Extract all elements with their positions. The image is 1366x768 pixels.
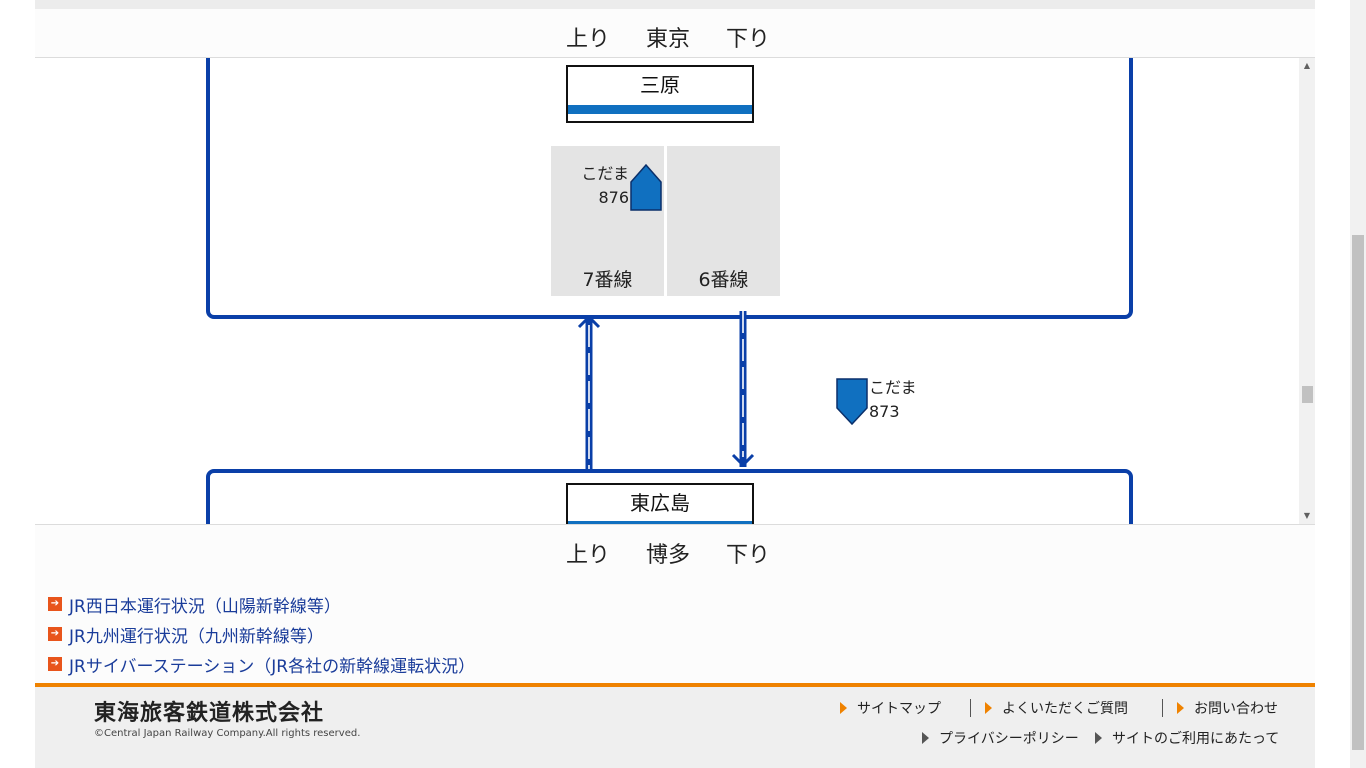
arrow-right-icon: ➔ bbox=[48, 627, 62, 641]
up-direction-label: 上り bbox=[566, 543, 611, 568]
track-label: 7番線 bbox=[582, 269, 633, 291]
station-line-band bbox=[568, 105, 752, 114]
track-label: 6番線 bbox=[698, 269, 749, 291]
station-name-label: 三原 bbox=[640, 73, 680, 97]
terminal-station-label: 東京 bbox=[646, 27, 691, 52]
footer-link-label[interactable]: よくいただくご質問 bbox=[1002, 698, 1128, 718]
divider bbox=[35, 524, 1315, 525]
station-name-label: 東広島 bbox=[630, 491, 690, 515]
page-scrollbar[interactable] bbox=[1350, 0, 1366, 768]
link-label[interactable]: JR九州運行状況（九州新幹線等） bbox=[69, 622, 324, 647]
footer-link-label[interactable]: サイトマップ bbox=[857, 698, 941, 718]
scroll-up-icon[interactable]: ▲ bbox=[1299, 59, 1315, 73]
train-number: 876 bbox=[598, 188, 629, 207]
train-icon[interactable] bbox=[836, 378, 868, 426]
triangle-right-icon bbox=[1177, 702, 1184, 714]
footer-separator bbox=[1162, 699, 1163, 717]
triangle-right-icon bbox=[840, 702, 847, 714]
up-direction-label: 上り bbox=[566, 27, 611, 52]
down-direction-label: 下り bbox=[726, 543, 771, 568]
arrow-right-icon: ➔ bbox=[48, 657, 62, 671]
train-type: こだま bbox=[869, 378, 917, 397]
triangle-right-icon bbox=[1095, 732, 1102, 744]
train-type: こだま bbox=[581, 164, 629, 183]
top-direction-header: 上り 東京 下り bbox=[566, 21, 776, 52]
train-icon[interactable] bbox=[630, 164, 662, 212]
footer: 東海旅客鉄道株式会社 ©Central Japan Railway Compan… bbox=[35, 687, 1315, 768]
footer-link-privacy[interactable]: プライバシーポリシー bbox=[922, 728, 1079, 748]
external-links: ➔ JR西日本運行状況（山陽新幹線等） ➔ JR九州運行状況（九州新幹線等） ➔… bbox=[48, 589, 475, 679]
page-scroll-thumb[interactable] bbox=[1352, 235, 1364, 750]
triangle-right-icon bbox=[985, 702, 992, 714]
scroll-thumb[interactable] bbox=[1302, 386, 1313, 403]
terminal-station-label: 博多 bbox=[646, 543, 691, 568]
bottom-direction-header: 上り 博多 下り bbox=[566, 537, 776, 568]
footer-separator bbox=[970, 699, 971, 717]
train-label-876: こだま 876 bbox=[575, 162, 629, 210]
link-label[interactable]: JRサイバーステーション（JR各社の新幹線運転状況） bbox=[69, 652, 475, 677]
station-name-higashihiroshima[interactable]: 東広島 bbox=[566, 483, 754, 524]
footer-link-faq[interactable]: よくいただくご質問 bbox=[985, 698, 1128, 718]
arrow-right-icon: ➔ bbox=[48, 597, 62, 611]
link-jr-kyushu[interactable]: ➔ JR九州運行状況（九州新幹線等） bbox=[48, 619, 475, 649]
diagram-scrollbar[interactable]: ▲ ▼ bbox=[1299, 58, 1315, 524]
route-diagram-viewport[interactable]: 三原 7番線 6番線 こだま 876 こだま 873 東広島 ▲ ▼ bbox=[35, 58, 1315, 524]
train-number: 873 bbox=[869, 402, 900, 421]
track-6: 6番線 bbox=[667, 146, 780, 296]
scroll-down-icon[interactable]: ▼ bbox=[1299, 509, 1315, 523]
link-jr-cyberstation[interactable]: ➔ JRサイバーステーション（JR各社の新幹線運転状況） bbox=[48, 649, 475, 679]
footer-link-terms[interactable]: サイトのご利用にあたって bbox=[1095, 728, 1279, 748]
up-line-connector bbox=[577, 314, 601, 471]
footer-link-label[interactable]: お問い合わせ bbox=[1194, 698, 1278, 718]
copyright: ©Central Japan Railway Company.All right… bbox=[94, 728, 361, 739]
footer-link-contact[interactable]: お問い合わせ bbox=[1177, 698, 1278, 718]
down-direction-label: 下り bbox=[726, 27, 771, 52]
triangle-right-icon bbox=[922, 732, 929, 744]
company-logo[interactable]: 東海旅客鉄道株式会社 bbox=[94, 695, 324, 727]
train-label-873: こだま 873 bbox=[869, 376, 917, 424]
top-strip bbox=[35, 0, 1315, 9]
footer-link-sitemap[interactable]: サイトマップ bbox=[840, 698, 941, 718]
station-name-mihara[interactable]: 三原 bbox=[566, 65, 754, 123]
footer-link-label[interactable]: サイトのご利用にあたって bbox=[1112, 728, 1279, 748]
footer-link-label[interactable]: プライバシーポリシー bbox=[939, 728, 1079, 748]
down-line-connector bbox=[731, 311, 755, 468]
link-jr-west[interactable]: ➔ JR西日本運行状況（山陽新幹線等） bbox=[48, 589, 475, 619]
link-label[interactable]: JR西日本運行状況（山陽新幹線等） bbox=[69, 592, 341, 617]
